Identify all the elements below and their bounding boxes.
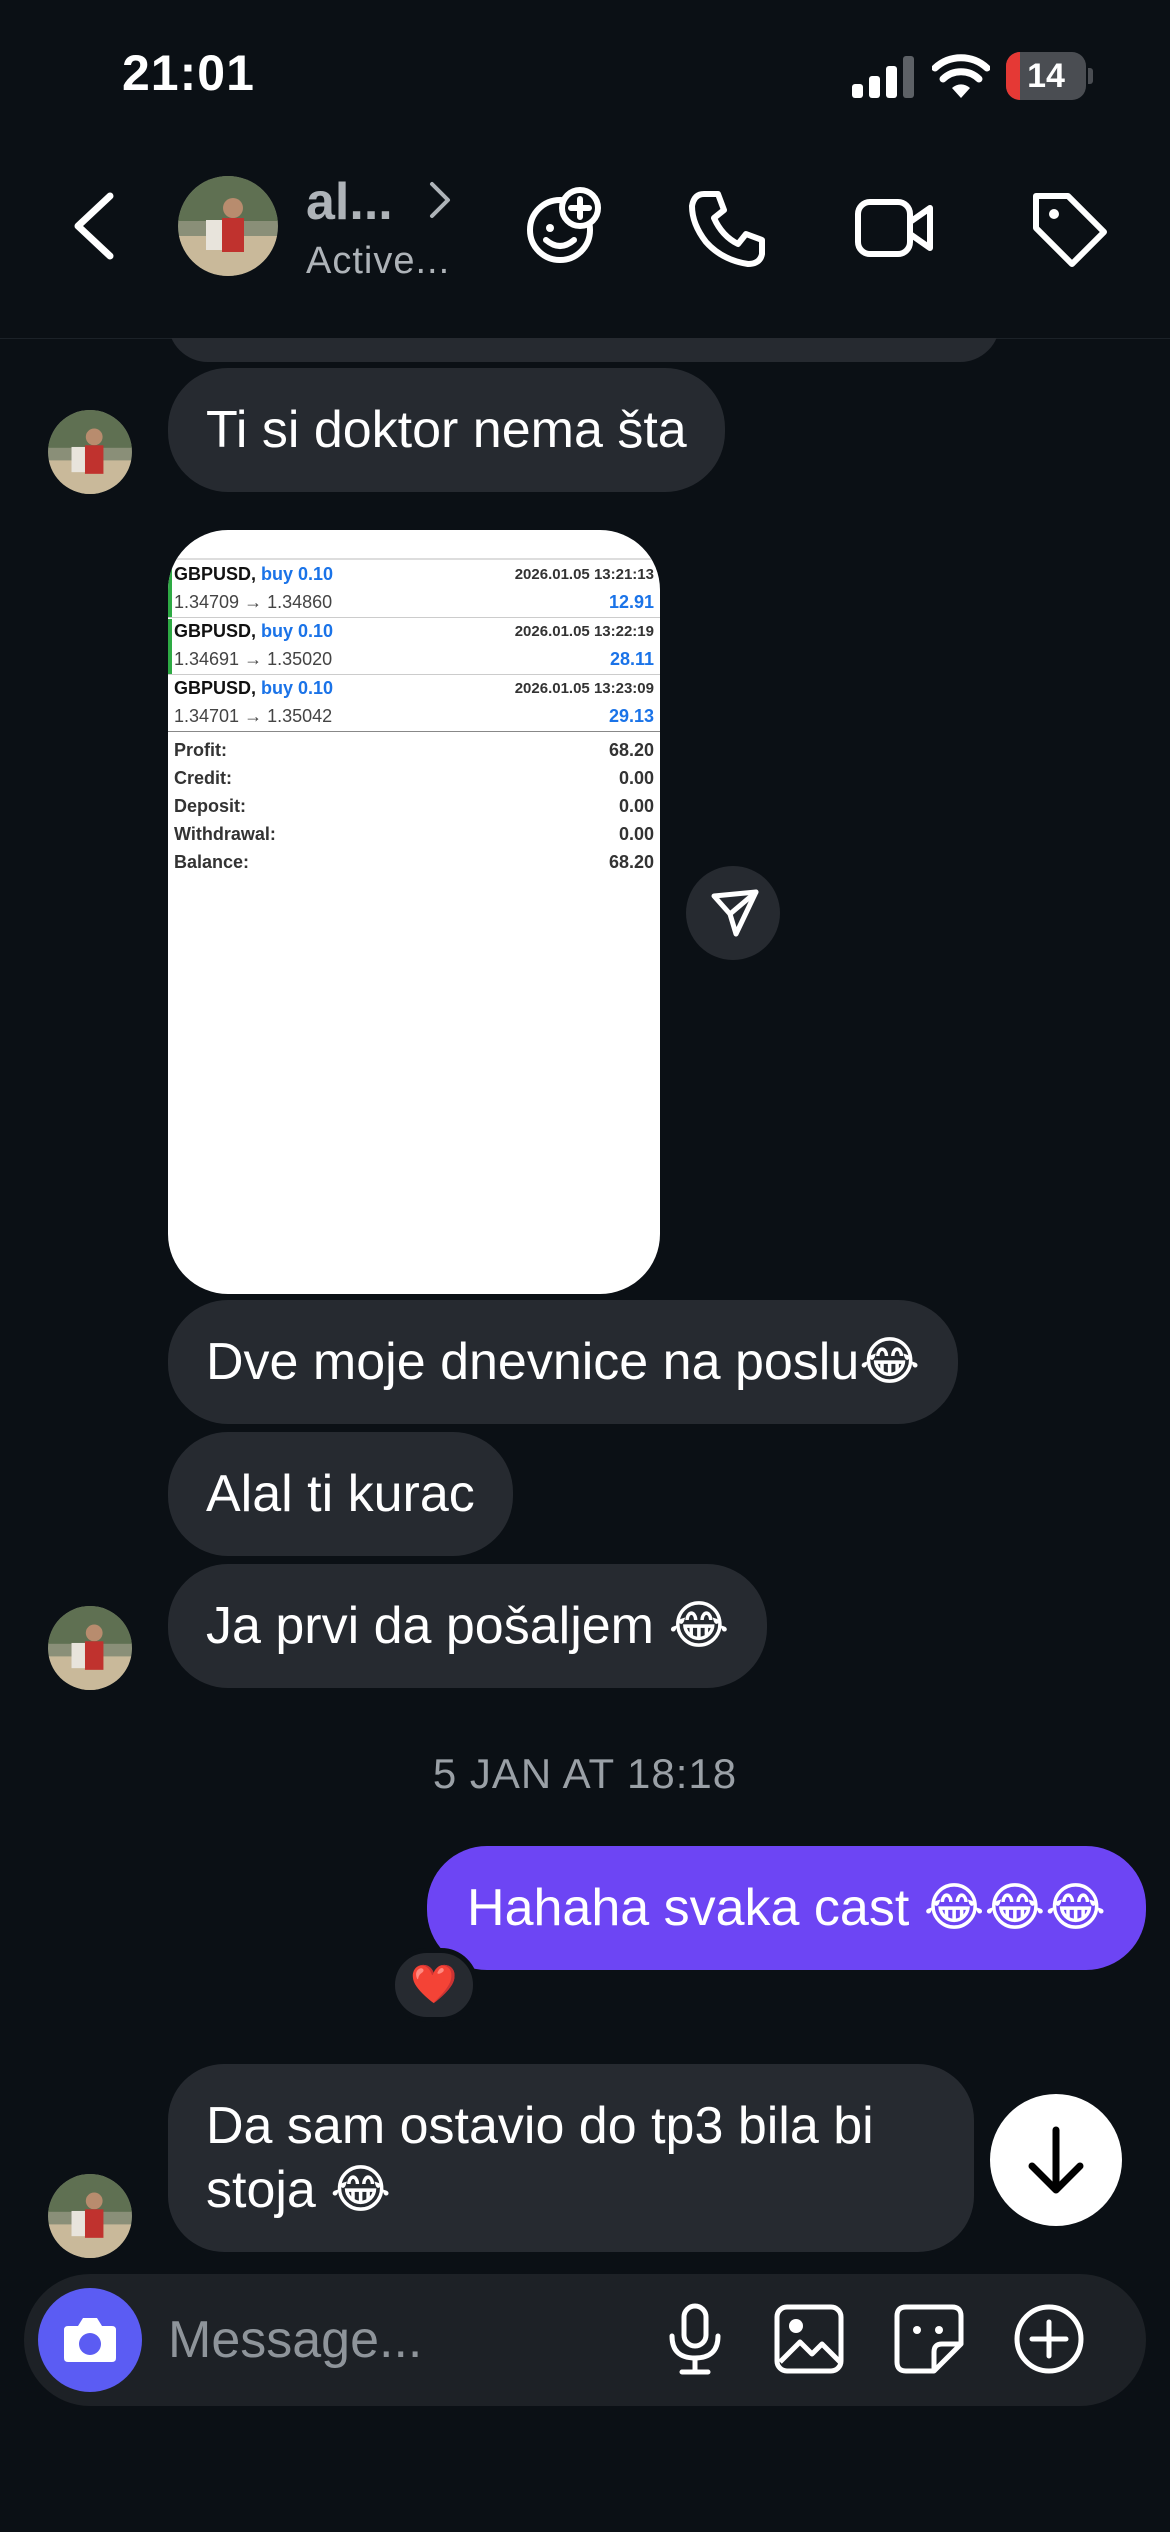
scroll-to-bottom-button[interactable] bbox=[990, 2094, 1122, 2226]
cellular-signal-icon bbox=[852, 56, 914, 98]
summary-row: Profit: 68.20 bbox=[174, 740, 654, 760]
summary-row: Balance: 68.20 bbox=[174, 852, 654, 872]
message-input[interactable] bbox=[168, 2300, 638, 2380]
trade-row: GBPUSD, buy 0.10 2026.01.05 13:23:09 1.3… bbox=[168, 676, 660, 732]
wifi-icon bbox=[932, 54, 990, 98]
heart-reaction-icon: ❤️ bbox=[410, 1964, 458, 2006]
effects-icon[interactable] bbox=[522, 184, 606, 268]
battery-level: 14 bbox=[1027, 57, 1065, 95]
date-separator: 5 JAN AT 18:18 bbox=[432, 1750, 738, 1797]
camera-icon bbox=[64, 2318, 116, 2362]
share-button[interactable] bbox=[686, 866, 780, 960]
status-time: 21:01 bbox=[122, 45, 255, 101]
sender-avatar[interactable] bbox=[48, 1606, 132, 1690]
contact-status: Active... bbox=[306, 240, 451, 282]
video-icon[interactable] bbox=[852, 186, 936, 270]
contact-avatar[interactable] bbox=[178, 176, 278, 276]
message-bubble-incoming[interactable]: Ja prvi da pošaljem 😂 bbox=[168, 1564, 768, 1688]
message-bubble-incoming[interactable]: Alal ti kurac bbox=[168, 1432, 513, 1556]
camera-button[interactable] bbox=[38, 2288, 142, 2392]
trade-row: GBPUSD, buy 0.10 2026.01.05 13:22:19 1.3… bbox=[168, 619, 660, 675]
tag-icon[interactable] bbox=[1026, 186, 1110, 270]
sender-avatar[interactable] bbox=[48, 2174, 132, 2258]
message-line: Da sam ostavio do tp3 bila bi bbox=[206, 2097, 874, 2155]
message-reaction[interactable]: ❤️ bbox=[390, 1948, 478, 2022]
back-icon[interactable] bbox=[66, 190, 122, 262]
gallery-icon[interactable] bbox=[772, 2302, 846, 2376]
arrow-down-icon bbox=[1028, 2126, 1084, 2194]
contact-name[interactable]: al... bbox=[306, 172, 393, 232]
summary-row: Deposit: 0.00 bbox=[174, 796, 654, 816]
message-line: stoja 😂 bbox=[206, 2161, 392, 2219]
plus-icon[interactable] bbox=[1012, 2302, 1086, 2376]
battery-indicator: 14 bbox=[1006, 52, 1093, 100]
trade-row: GBPUSD, buy 0.10 2026.01.05 13:21:13 1.3… bbox=[168, 562, 660, 618]
message-bubble-incoming[interactable]: Dve moje dnevnice na poslu😂 bbox=[168, 1300, 959, 1424]
chevron-right-icon[interactable] bbox=[426, 178, 456, 222]
message-bubble-outgoing[interactable]: Hahaha svaka cast 😂😂😂 bbox=[427, 1846, 1146, 1970]
phone-icon[interactable] bbox=[686, 186, 770, 270]
summary-row: Credit: 0.00 bbox=[174, 768, 654, 788]
sender-avatar[interactable] bbox=[48, 410, 132, 494]
message-bubble-incoming[interactable]: Ti si doktor nema šta bbox=[168, 368, 725, 492]
summary-row: Withdrawal: 0.00 bbox=[174, 824, 654, 844]
share-icon bbox=[711, 889, 759, 937]
microphone-icon[interactable] bbox=[658, 2302, 732, 2376]
sticker-icon[interactable] bbox=[892, 2302, 966, 2376]
message-bubble-incoming[interactable]: Da sam ostavio do tp3 bila bi stoja 😂 bbox=[168, 2064, 974, 2252]
shared-image[interactable]: GBPUSD, buy 0.10 2026.01.05 13:21:13 1.3… bbox=[168, 530, 660, 1294]
